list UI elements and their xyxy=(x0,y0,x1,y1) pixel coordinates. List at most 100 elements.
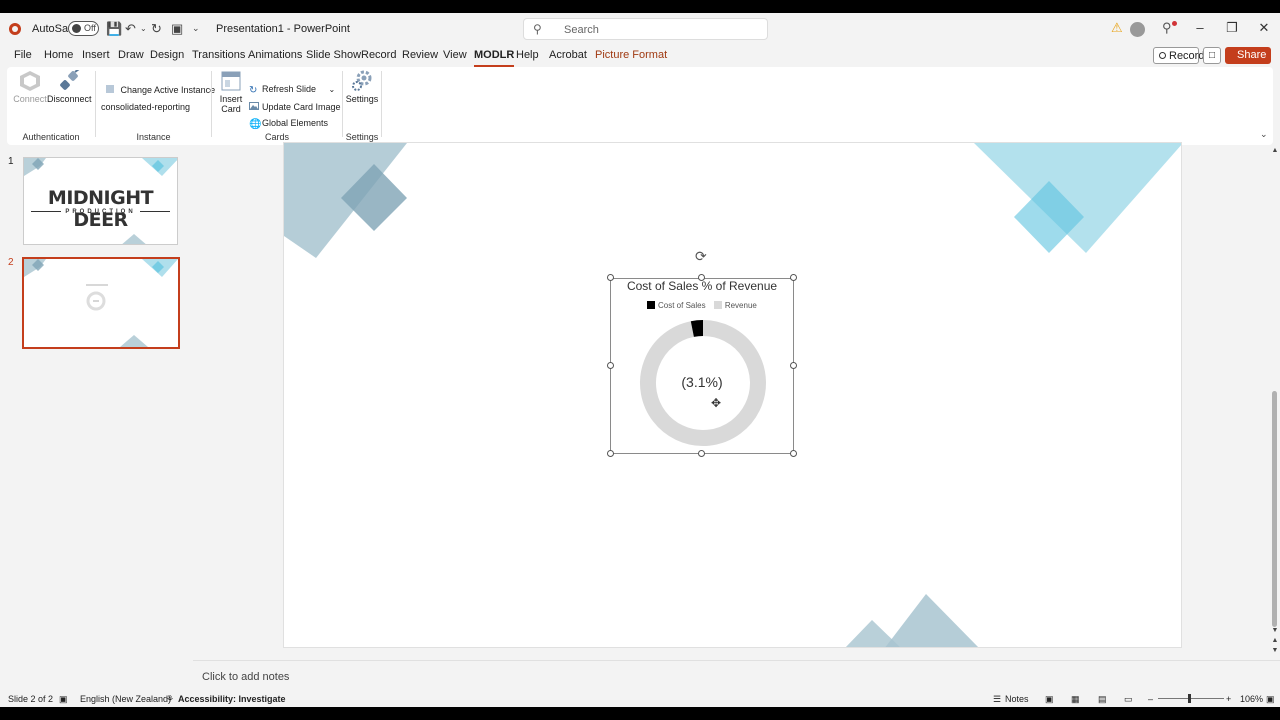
search-box[interactable]: ⚲ Search xyxy=(523,18,768,40)
chart-card[interactable]: Cost of Sales % of Revenue Cost of Sales… xyxy=(610,278,794,454)
globe-icon: 🌐 xyxy=(249,119,262,130)
rotate-handle-icon[interactable]: ⟳ xyxy=(695,248,707,265)
scrollbar-thumb[interactable] xyxy=(1272,391,1277,627)
zoom-slider-thumb[interactable] xyxy=(1188,694,1191,703)
warning-icon[interactable]: ⚠ xyxy=(1111,20,1123,36)
minimize-icon[interactable]: – xyxy=(1190,20,1210,35)
fit-to-window-icon[interactable]: ▣ xyxy=(1266,694,1275,705)
spelling-icon[interactable]: ▣ xyxy=(59,694,68,705)
zoom-in-icon[interactable]: + xyxy=(1226,694,1231,704)
zoom-slider[interactable] xyxy=(1158,698,1224,699)
notes-toggle[interactable]: Notes xyxy=(1005,694,1029,704)
tab-animations[interactable]: Animations xyxy=(248,49,302,61)
resize-handle-bottom-right[interactable] xyxy=(790,450,797,457)
tab-picture-format[interactable]: Picture Format xyxy=(595,49,667,61)
global-elements-label: Global Elements xyxy=(262,118,329,128)
slide-thumbnail-2[interactable] xyxy=(22,257,180,349)
tab-modlr[interactable]: MODLR xyxy=(474,49,515,67)
customize-qat-icon[interactable]: ⌄ xyxy=(192,23,200,34)
update-card-image-label: Update Card Image xyxy=(262,102,341,112)
undo-dropdown-icon[interactable]: ⌄ xyxy=(140,24,147,33)
slideshow-view-icon[interactable]: ▭ xyxy=(1124,694,1133,705)
donut-center-label: (3.1%) xyxy=(681,374,723,390)
tab-slide-show[interactable]: Slide Show xyxy=(306,49,361,61)
connect-icon xyxy=(20,71,40,91)
autosave-state: Off xyxy=(84,23,96,33)
resize-handle-right[interactable] xyxy=(790,362,797,369)
insert-card-icon xyxy=(221,71,241,91)
tab-view[interactable]: View xyxy=(443,49,467,61)
tab-review[interactable]: Review xyxy=(402,49,438,61)
present-icon[interactable]: ▣ xyxy=(171,21,183,37)
document-title: Presentation1 - PowerPoint xyxy=(216,23,350,35)
close-icon[interactable]: ✕ xyxy=(1254,20,1274,36)
ribbon-panel: Connect Disconnect Authentication Change… xyxy=(7,67,1273,145)
zoom-out-icon[interactable]: – xyxy=(1148,694,1153,704)
settings-label: Settings xyxy=(345,94,379,104)
lightbulb-icon[interactable]: ⚲ xyxy=(1162,20,1172,36)
tab-draw[interactable]: Draw xyxy=(118,49,144,61)
next-slide-icon[interactable]: ▼ xyxy=(1270,647,1280,654)
collapse-ribbon-icon[interactable]: ⌄ xyxy=(1260,129,1268,140)
share-label: Share xyxy=(1237,49,1267,61)
accessibility-icon: ⚘ xyxy=(166,694,175,704)
toggle-knob xyxy=(72,24,81,33)
resize-handle-top[interactable] xyxy=(698,274,705,281)
connect-button[interactable]: Connect xyxy=(13,70,47,104)
slide-sorter-icon[interactable]: ▦ xyxy=(1071,694,1080,705)
language-indicator[interactable]: English (New Zealand) xyxy=(80,694,171,704)
notes-placeholder: Click to add notes xyxy=(202,671,290,683)
refresh-dropdown-icon[interactable]: ⌄ xyxy=(329,85,336,94)
resize-handle-bottom-left[interactable] xyxy=(607,450,614,457)
insert-card-button[interactable]: Insert Card xyxy=(217,70,245,114)
reading-view-icon[interactable]: ▤ xyxy=(1098,694,1107,705)
disconnect-button[interactable]: Disconnect xyxy=(47,70,92,104)
redo-icon[interactable]: ↻ xyxy=(151,21,162,37)
group-label-settings: Settings xyxy=(345,132,379,142)
tab-acrobat[interactable]: Acrobat xyxy=(549,49,587,61)
notification-dot xyxy=(1172,21,1177,26)
tab-transitions[interactable]: Transitions xyxy=(192,49,245,61)
tab-home[interactable]: Home xyxy=(44,49,73,61)
instance-name: consolidated-reporting xyxy=(101,102,191,112)
settings-button[interactable]: Settings xyxy=(345,70,379,104)
insert-card-line2: Card xyxy=(221,104,241,114)
previous-slide-icon[interactable]: ▲ xyxy=(1270,637,1280,644)
undo-icon[interactable]: ↶ xyxy=(125,21,136,37)
slide-number-1: 1 xyxy=(8,156,14,167)
accessibility-status[interactable]: Accessibility: Investigate xyxy=(178,694,286,704)
comment-icon: □ xyxy=(1208,50,1216,61)
resize-handle-left[interactable] xyxy=(607,362,614,369)
notes-pane[interactable]: Click to add notes xyxy=(193,660,1280,691)
normal-view-icon[interactable]: ▣ xyxy=(1045,694,1054,705)
group-divider xyxy=(95,71,96,137)
vertical-scrollbar[interactable]: ▲ ▼ ▲ ▼ xyxy=(1270,145,1280,660)
tab-record[interactable]: Record xyxy=(361,49,396,61)
slide-thumbnail-1[interactable]: MIDNIGHT DEER PRODUCTION xyxy=(23,157,178,245)
zoom-level[interactable]: 106% xyxy=(1240,694,1263,704)
resize-handle-top-left[interactable] xyxy=(607,274,614,281)
resize-handle-top-right[interactable] xyxy=(790,274,797,281)
save-icon[interactable]: 💾 xyxy=(106,21,122,37)
comments-button[interactable]: □ xyxy=(1203,47,1221,64)
tab-design[interactable]: Design xyxy=(150,49,184,61)
global-elements-button[interactable]: 🌐Global Elements xyxy=(249,118,328,130)
avatar[interactable] xyxy=(1130,22,1145,37)
change-active-instance-button[interactable]: Change Active Instance xyxy=(105,84,215,95)
record-button[interactable]: Record xyxy=(1153,47,1204,64)
autosave-toggle[interactable]: Off xyxy=(68,21,99,36)
scroll-down-icon[interactable]: ▼ xyxy=(1270,627,1280,634)
tab-help[interactable]: Help xyxy=(516,49,539,61)
update-card-image-button[interactable]: Update Card Image xyxy=(249,101,341,112)
tab-insert[interactable]: Insert xyxy=(82,49,110,61)
refresh-slide-button[interactable]: ↻ Refresh Slide ⌄ xyxy=(249,84,335,96)
gear-icon xyxy=(352,70,372,91)
share-button[interactable]: Share xyxy=(1225,47,1271,64)
tab-file[interactable]: File xyxy=(14,49,32,61)
search-placeholder: Search xyxy=(564,24,599,36)
insert-card-line1: Insert xyxy=(219,94,243,104)
donut-chart xyxy=(640,320,766,446)
restore-icon[interactable]: ❐ xyxy=(1222,20,1242,36)
resize-handle-bottom[interactable] xyxy=(698,450,705,457)
scroll-up-icon[interactable]: ▲ xyxy=(1270,147,1280,154)
